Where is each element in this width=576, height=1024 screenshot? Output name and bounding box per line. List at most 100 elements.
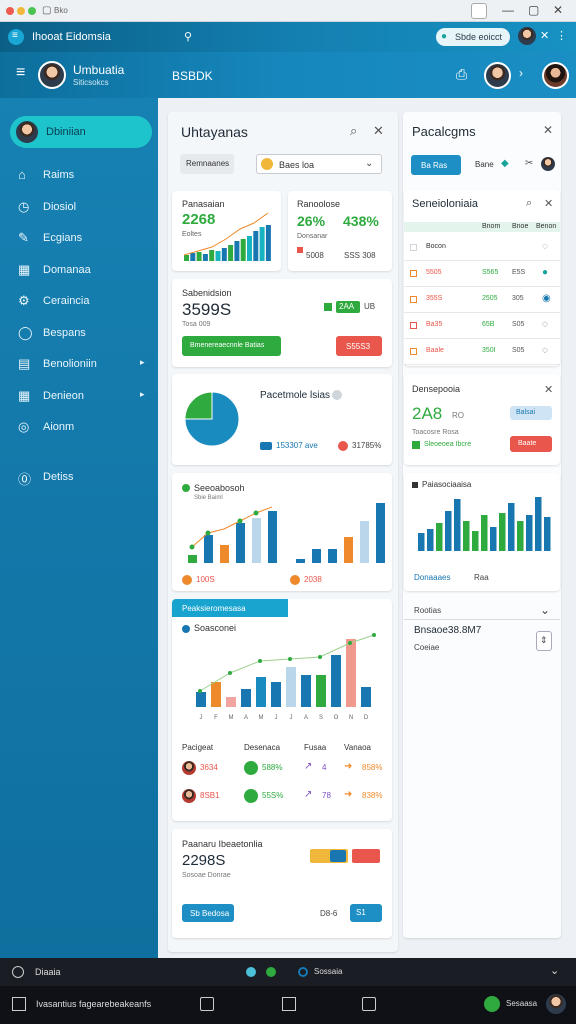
- right-primary-button[interactable]: Ba Ras: [411, 155, 461, 175]
- close-icon[interactable]: ✕: [544, 197, 553, 210]
- minimize-dot-icon[interactable]: [17, 7, 25, 15]
- sidebar-item-1[interactable]: ◷ Diosiol: [12, 194, 150, 220]
- column-header[interactable]: Fusaa: [304, 743, 326, 752]
- row-checkbox[interactable]: [410, 244, 417, 251]
- column-header[interactable]: Pacigeat: [182, 743, 213, 752]
- user-avatar-small[interactable]: [518, 27, 536, 45]
- row-checkbox[interactable]: [410, 296, 417, 303]
- row-status-icon[interactable]: ◉: [542, 293, 551, 304]
- stat-card-2[interactable]: Ranoolose 26% 438% Donsanar 5008 SSS 308: [288, 191, 392, 271]
- page-dot-3[interactable]: [298, 967, 308, 977]
- right-bars-title: Paiasociaaisa: [422, 480, 472, 489]
- square-icon[interactable]: [282, 997, 296, 1011]
- close-tab-icon[interactable]: ✕: [540, 29, 549, 42]
- chevron-icon[interactable]: ›: [519, 66, 523, 80]
- action-green-button[interactable]: Bmenereaecnnle Batias: [182, 336, 281, 356]
- small-title: Bko: [54, 6, 68, 15]
- next-page-button[interactable]: S1: [350, 904, 382, 922]
- x-tick-label: O: [334, 715, 339, 721]
- nav-icon: ◷: [18, 198, 30, 214]
- sidebar-item-3[interactable]: ▦ Domanaa: [12, 257, 150, 283]
- chart-bar: [301, 675, 311, 707]
- mini-bar: [215, 251, 221, 261]
- sidebar-item-6[interactable]: ▤ Benolioniin ▸: [12, 351, 150, 377]
- row-status-icon[interactable]: ◌: [542, 319, 548, 330]
- avatar-2[interactable]: [484, 62, 511, 89]
- window-icon[interactable]: [12, 997, 26, 1011]
- search-icon[interactable]: ⌕: [526, 197, 532, 210]
- avatar-3[interactable]: [542, 62, 569, 89]
- close-icon[interactable]: ✕: [373, 123, 384, 139]
- search-icon[interactable]: ⌕: [350, 123, 357, 139]
- profile-toolbar-icon[interactable]: [471, 3, 487, 19]
- row-status-icon[interactable]: ●: [542, 267, 548, 278]
- close-dot-icon[interactable]: [6, 7, 14, 15]
- column-header[interactable]: Bnoe: [512, 223, 528, 230]
- hamburger-icon[interactable]: ≡: [16, 64, 25, 82]
- badge-button[interactable]: Balsai: [510, 406, 552, 420]
- chevron-down-icon[interactable]: ⌄: [550, 964, 559, 977]
- stat-card-1[interactable]: Panasaian 2268 Eoltes: [172, 191, 281, 271]
- column-header[interactable]: Benon: [536, 223, 556, 230]
- page-dot-1[interactable]: [246, 967, 256, 977]
- table-cell: 3634: [200, 763, 218, 772]
- row-checkbox[interactable]: [410, 322, 417, 329]
- column-header[interactable]: Desenaca: [244, 743, 280, 752]
- sidebar-item-0[interactable]: ⌂ Raims: [12, 162, 150, 188]
- stat2-foot2: SSS 308: [344, 251, 376, 260]
- right-table-title: Seneioloniaia: [412, 198, 479, 210]
- location-icon[interactable]: ⚲: [184, 30, 192, 43]
- summary-button[interactable]: Sb Bedosa: [182, 904, 234, 922]
- sidebar-item-5[interactable]: ◯ Bespans: [12, 320, 150, 346]
- app-menu-icon[interactable]: ≡: [8, 29, 24, 45]
- sidebar-item-footer[interactable]: ⓪ Detiss: [12, 464, 150, 490]
- sidebar-item-7[interactable]: ▦ Denieon ▸: [12, 383, 150, 409]
- maximize-dot-icon[interactable]: [28, 7, 36, 15]
- table-cell: S565: [482, 269, 499, 276]
- chart-bar: [226, 697, 236, 707]
- page-dot-2[interactable]: [266, 967, 276, 977]
- summary-sub: Sosoae Donrae: [182, 872, 231, 879]
- status-icon[interactable]: [484, 996, 500, 1012]
- avatar: [541, 157, 555, 171]
- row-checkbox[interactable]: [410, 348, 417, 355]
- tab-pill[interactable]: ● Sbde eoicct: [436, 28, 510, 46]
- search-input[interactable]: Remnaanes: [180, 154, 234, 174]
- avatar[interactable]: [38, 61, 66, 89]
- column-header[interactable]: Bnom: [482, 223, 500, 230]
- filter-select[interactable]: Baes loa ⌄: [256, 154, 382, 174]
- right-bars-card[interactable]: Paiasociaaisa Donaaaes Raa: [404, 473, 560, 591]
- square-icon-2[interactable]: [362, 997, 376, 1011]
- row-checkbox[interactable]: [410, 270, 417, 277]
- shield-icon[interactable]: [200, 997, 214, 1011]
- nav-icon: ▦: [18, 261, 31, 277]
- table-cell: E5S: [512, 269, 526, 276]
- chevron-down-icon[interactable]: ⌄: [540, 603, 550, 617]
- coin-icon: [261, 158, 273, 170]
- row-status-icon[interactable]: ◌: [542, 241, 548, 252]
- action-red-button[interactable]: S55S3: [336, 336, 382, 356]
- diamond-icon[interactable]: ◆: [501, 158, 509, 169]
- sidebar-item-active[interactable]: Dbiniian: [10, 116, 152, 148]
- donut-card[interactable]: Pacetmole lsias 153307 ave 31785%: [172, 374, 392, 465]
- close-icon[interactable]: ✕: [543, 123, 553, 137]
- trend-point: [348, 641, 352, 645]
- more-icon[interactable]: ⋮: [556, 29, 567, 42]
- minimize-icon[interactable]: —: [502, 3, 514, 17]
- sidebar-item-4[interactable]: ⚙ Ceraincia: [12, 288, 150, 314]
- row-status-icon[interactable]: ◌: [542, 345, 548, 356]
- restore-icon[interactable]: ▢: [528, 3, 539, 17]
- big-chart-card[interactable]: Peaksieromesasa Soasconei JFMAMJJASOND P…: [172, 599, 392, 821]
- tools-icon[interactable]: ✂: [525, 158, 533, 169]
- close-icon[interactable]: ✕: [553, 3, 563, 17]
- sidebar-item-2[interactable]: ✎ Ecgians: [12, 225, 150, 251]
- expand-button[interactable]: ⇕: [536, 631, 552, 651]
- chart-bar: [427, 529, 434, 551]
- close-icon[interactable]: ✕: [544, 383, 553, 396]
- legend-swatch-2: [338, 441, 348, 451]
- bar-card-1[interactable]: Seeoabosoh Sbie Baiml 100S 2038: [172, 473, 392, 591]
- print-icon[interactable]: ⎙: [456, 66, 467, 83]
- right-mid-red-button[interactable]: Baate: [510, 436, 552, 452]
- sidebar-item-8[interactable]: ◎ Aionm: [12, 414, 150, 440]
- column-header[interactable]: Vanaoa: [344, 743, 371, 752]
